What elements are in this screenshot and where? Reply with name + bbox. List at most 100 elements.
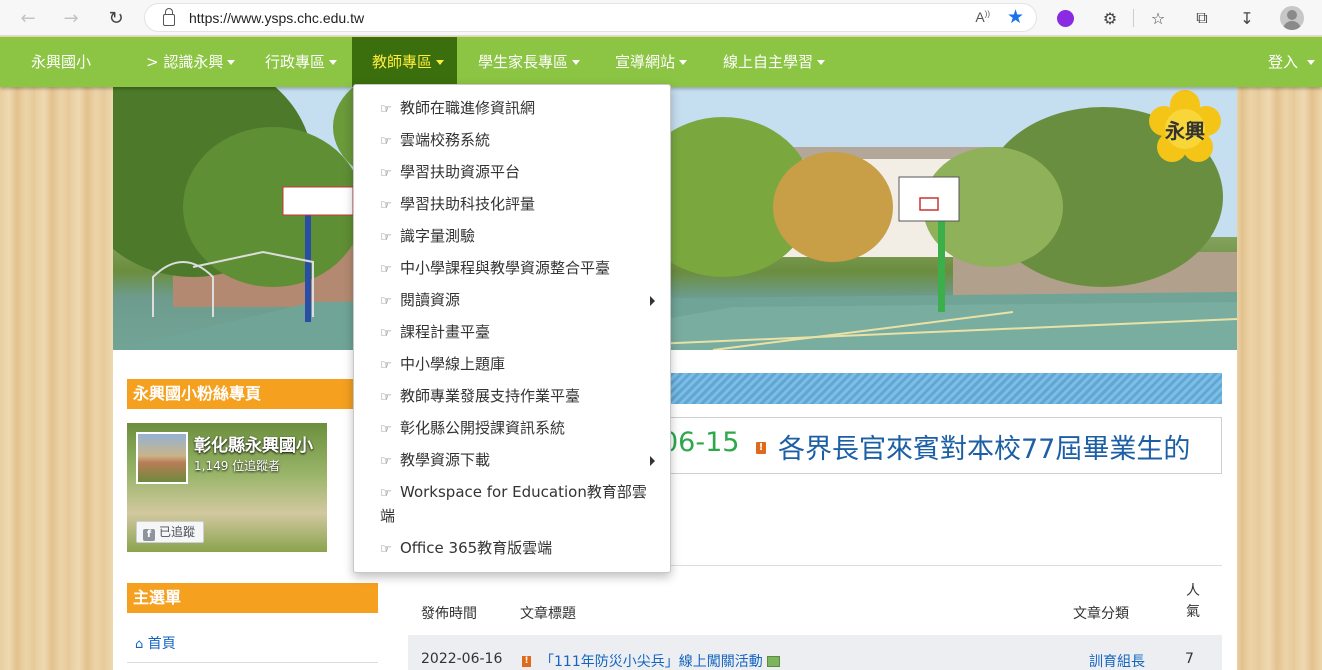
caret-down-icon [817,60,826,65]
downloads-icon[interactable]: ↧ [1234,5,1260,31]
column-header-date: 發佈時間 [421,606,477,622]
marquee-title[interactable]: 各界長官來賓對本校77屆畢業生的 [778,427,1190,466]
dropdown-item[interactable]: ☞ 識字量測驗 [380,225,650,249]
read-aloud-icon[interactable]: A)) [975,9,990,25]
dropdown-item[interactable]: ☞ 學習扶助科技化評量 [380,193,650,217]
nav-brand[interactable]: 永興國小 [31,37,91,87]
submenu-arrow-icon [650,296,655,306]
nav-item-teachers[interactable]: 教師專區 [352,37,458,87]
menu-divider [127,662,378,663]
browser-toolbar: ← → ↻ https://www.ysps.chc.edu.tw A)) ★ … [0,0,1322,36]
login-button[interactable]: 登入 [1268,37,1315,87]
nav-item-self-learning[interactable]: 線上自主學習 [723,37,826,87]
address-bar[interactable]: https://www.ysps.chc.edu.tw A)) ★ [144,3,1037,32]
hand-pointer-icon: ☞ [380,262,392,277]
lock-icon[interactable] [163,7,175,26]
refresh-icon[interactable]: ↻ [100,4,132,32]
dropdown-item-label: 識字量測驗 [400,227,476,245]
image-icon [766,656,780,667]
dropdown-item[interactable]: ☞ 學習扶助資源平台 [380,161,650,185]
dropdown-item-submenu[interactable]: ☞ 閱讀資源 [380,289,655,313]
favorite-star-icon[interactable]: ★ [1007,6,1024,28]
nav-item-about[interactable]: > 認識永興 [146,37,236,87]
toolbar-divider [1133,9,1134,27]
dropdown-item-label: Office 365教育版雲端 [400,539,553,557]
main-menu-title: 主選單 [127,583,378,613]
row-views: 7 [1185,651,1194,667]
back-icon[interactable]: ← [12,4,44,32]
nav-item-promo[interactable]: 宣導網站 [615,37,688,87]
dropdown-item[interactable]: ☞ 課程計畫平臺 [380,321,650,345]
hand-pointer-icon: ☞ [380,198,392,213]
row-title[interactable]: 「111年防災小尖兵」線上闖關活動 [540,654,763,670]
dropdown-item-submenu[interactable]: ☞ 教學資源下載 [380,449,655,473]
dropdown-item-label: 彰化縣公開授課資訊系統 [400,419,566,437]
main-content: 永興 永興國小粉絲專頁 彰化縣永興國小 1,149 位追蹤者 f 已追蹤 主選單 … [113,87,1237,670]
dropdown-item[interactable]: ☞ 雲端校務系統 [380,129,650,153]
banner-photo: 永興 [113,87,1237,350]
web-page: 永興國小 > 認識永興 行政專區 教師專區 學生家長專區 宣導網站 線上自主學習… [0,37,1322,670]
dropdown-item[interactable]: ☞ 教師專業發展支持作業平臺 [380,385,650,409]
menu-home-link[interactable]: ⌂ 首頁 [135,633,176,653]
follow-button[interactable]: f 已追蹤 [136,521,205,543]
dropdown-item[interactable]: ☞ Workspace for Education教育部雲端 [380,481,650,528]
dropdown-item[interactable]: ☞ 中小學課程與教學資源整合平臺 [380,257,650,281]
dropdown-item-label: 學習扶助資源平台 [400,163,521,181]
hand-pointer-icon: ☞ [380,390,392,405]
hand-pointer-icon: ☞ [380,486,392,501]
extension-purple-icon[interactable] [1052,5,1078,31]
extensions-puzzle-icon[interactable]: ⚙ [1097,5,1123,31]
facebook-icon: f [143,529,155,541]
school-logo: 永興 [1146,89,1224,167]
marquee-date: 06-15 [661,427,740,458]
nav-item-label: 線上自主學習 [723,53,814,71]
row-category-link[interactable]: 訓育組長 [1089,651,1145,670]
caret-down-icon [1306,60,1315,65]
dropdown-item-label: 教師專業發展支持作業平臺 [400,387,581,405]
row-title-link[interactable]: 「111年防災小尖兵」線上闖關活動 [540,651,780,670]
caret-down-icon [227,60,236,65]
row-date: 2022-06-16 [421,651,503,667]
dropdown-item-label: Workspace for Education教育部雲端 [380,483,647,525]
banner-scene [113,87,1237,350]
column-header-category: 文章分類 [1073,606,1129,622]
follow-label: 已追蹤 [159,525,196,539]
fan-page-name[interactable]: 彰化縣永興國小 [194,431,313,456]
dropdown-item[interactable]: ☞ 教師在職進修資訊網 [380,97,650,121]
nav-item-label: > 認識永興 [146,53,224,71]
fan-page-title: 永興國小粉絲專頁 [127,379,378,409]
collections-icon[interactable]: ⧉ [1189,5,1215,31]
teachers-dropdown-menu: ☞ 教師在職進修資訊網 ☞ 雲端校務系統 ☞ 學習扶助資源平台 ☞ 學習扶助科技化評量 … [353,84,671,573]
facebook-page-card[interactable]: 彰化縣永興國小 1,149 位追蹤者 f 已追蹤 [127,423,327,552]
forward-icon[interactable]: → [55,4,87,32]
profile-avatar[interactable] [1280,6,1304,30]
logo-text: 永興 [1165,119,1205,143]
hand-pointer-icon: ☞ [380,166,392,181]
hand-pointer-icon: ☞ [380,230,392,245]
column-header-title: 文章標題 [520,606,576,622]
hand-pointer-icon: ☞ [380,134,392,149]
dropdown-item-label: 教學資源下載 [400,451,491,469]
dropdown-item-label: 雲端校務系統 [400,131,491,149]
fan-page-thumbnail[interactable] [136,432,188,484]
important-icon: ! [756,442,766,454]
important-icon: ! [522,656,531,667]
hand-pointer-icon: ☞ [380,326,392,341]
dropdown-item[interactable]: ☞ Office 365教育版雲端 [380,537,650,561]
hand-pointer-icon: ☞ [380,358,392,373]
nav-item-label: 行政專區 [265,53,326,71]
dropdown-item[interactable]: ☞ 彰化縣公開授課資訊系統 [380,417,650,441]
url-text[interactable]: https://www.ysps.chc.edu.tw [189,10,364,26]
follower-count: 1,149 位追蹤者 [194,459,281,473]
nav-item-admin[interactable]: 行政專區 [265,37,338,87]
nav-item-parents[interactable]: 學生家長專區 [478,37,581,87]
favorites-icon[interactable]: ☆ [1145,5,1171,31]
menu-home-label: 首頁 [147,636,176,652]
dropdown-item-label: 課程計畫平臺 [400,323,491,341]
caret-down-icon [329,60,338,65]
nav-item-label: 學生家長專區 [478,53,569,71]
caret-down-icon [679,60,688,65]
caret-down-icon [572,60,581,65]
nav-item-label: 教師專區 [372,53,433,71]
dropdown-item[interactable]: ☞ 中小學線上題庫 [380,353,650,377]
